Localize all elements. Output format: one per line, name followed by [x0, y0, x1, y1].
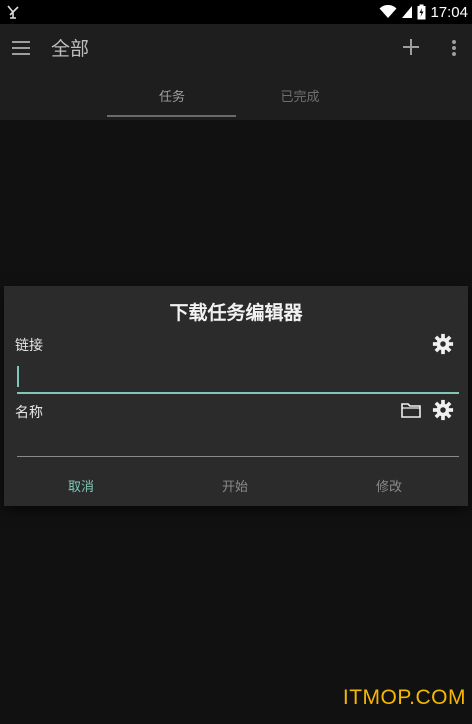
link-input[interactable] [17, 362, 459, 394]
cancel-button[interactable]: 取消 [6, 476, 156, 495]
menu-icon[interactable] [10, 36, 34, 60]
clock: 17:04 [430, 3, 468, 21]
link-settings-gear-icon[interactable] [432, 333, 454, 355]
name-settings-gear-icon[interactable] [432, 399, 454, 421]
status-bar: 17:04 [0, 0, 472, 24]
tab-completed[interactable]: 已完成 [236, 86, 364, 105]
dialog-title: 下载任务编辑器 [169, 302, 303, 324]
link-label: 链接 [15, 338, 43, 354]
page-title: 全部 [51, 38, 90, 60]
start-button[interactable]: 开始 [160, 476, 310, 495]
name-input[interactable] [17, 426, 459, 457]
text-cursor [17, 366, 19, 387]
tab-tasks[interactable]: 任务 [108, 86, 236, 105]
notification-icon [7, 5, 19, 19]
battery-icon [417, 4, 426, 20]
name-label: 名称 [15, 405, 43, 421]
folder-icon[interactable] [401, 402, 421, 418]
download-task-editor-dialog: 下载任务编辑器 链接 名称 取消 开始 修改 [4, 286, 468, 506]
signal-icon [402, 6, 413, 18]
watermark-logo: ITMOP.COM [342, 686, 466, 709]
add-icon[interactable] [400, 36, 422, 58]
wifi-icon [379, 5, 397, 18]
modify-button[interactable]: 修改 [314, 476, 464, 495]
more-options-icon[interactable] [446, 36, 462, 60]
app-bar: 全部 任务 已完成 [0, 24, 472, 120]
tab-indicator [107, 115, 236, 117]
